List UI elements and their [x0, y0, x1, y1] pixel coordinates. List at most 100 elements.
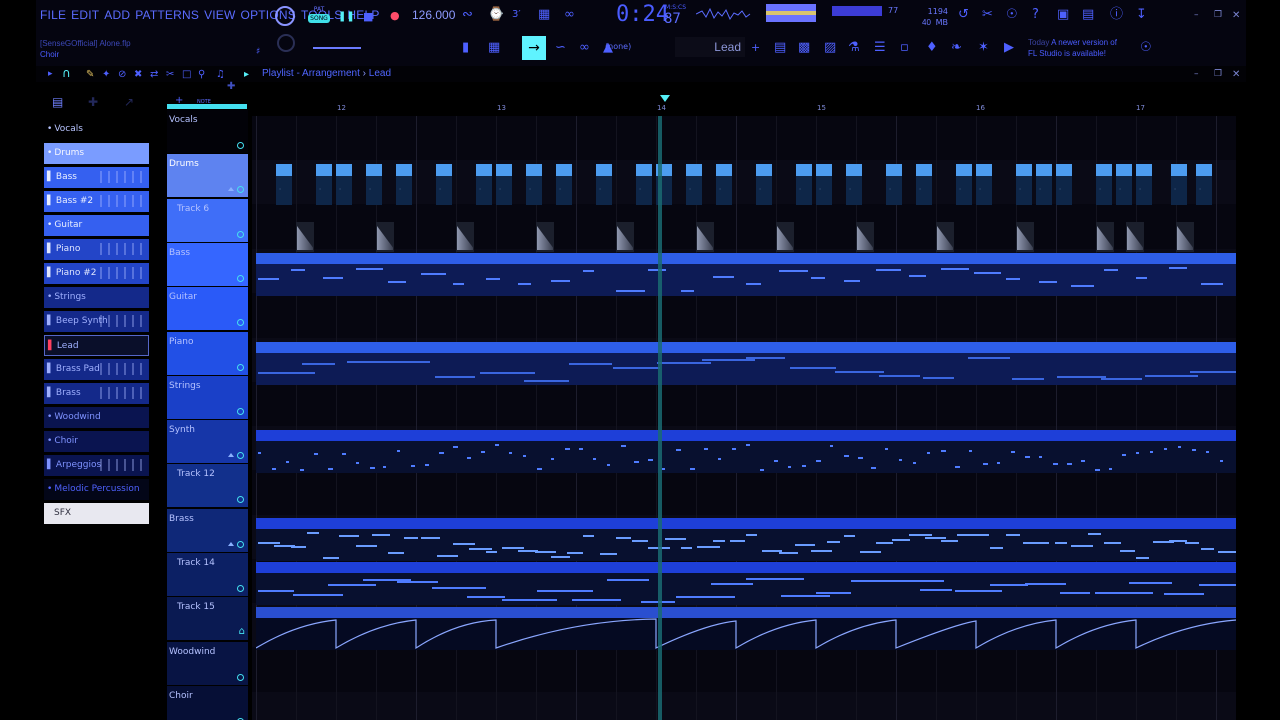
brush-icon[interactable]: ∽ [555, 41, 566, 54]
pattern-item[interactable]: • Guitar [44, 215, 149, 236]
drum-clip[interactable] [556, 164, 572, 205]
tweak-icon[interactable]: ✶ [978, 41, 989, 54]
sample-clip[interactable] [1016, 222, 1034, 252]
pattern-clip[interactable]: Brass [256, 518, 496, 561]
sample-clip[interactable] [1176, 222, 1194, 252]
sliders-icon[interactable]: ☰ [874, 41, 886, 54]
wait-icon[interactable]: ⌚ [488, 8, 504, 21]
drum-clip[interactable] [1036, 164, 1052, 205]
drum-clip[interactable] [886, 164, 902, 205]
track-mute-led[interactable] [237, 319, 244, 327]
drum-clip[interactable] [956, 164, 972, 205]
track-row[interactable] [252, 382, 1236, 426]
pattern-item[interactable]: ▌ Piano #2 [44, 263, 149, 284]
track-row[interactable] [252, 470, 1236, 514]
sample-clip[interactable] [616, 222, 634, 252]
countdown-icon[interactable]: 3′ [512, 8, 521, 21]
drum-clip[interactable] [976, 164, 992, 205]
drum-clip[interactable] [396, 164, 412, 205]
track-row[interactable] [252, 691, 1236, 720]
track-header[interactable]: Drums [167, 154, 248, 198]
browser-icon[interactable]: ▫ [900, 41, 909, 54]
mic-icon[interactable]: ☉ [1006, 8, 1018, 21]
drum-clip[interactable] [336, 164, 352, 205]
pattern-item[interactable]: ▌ Lead [44, 335, 149, 356]
timeline-ruler[interactable]: 12 13 14 15 16 17 [252, 95, 1236, 115]
menu-add[interactable]: ADD [104, 8, 130, 22]
collapse-arrow-icon[interactable] [228, 187, 234, 192]
speaker-icon[interactable]: ♫ [216, 68, 225, 81]
collapse-arrow-icon[interactable] [228, 541, 234, 546]
drum-clip[interactable] [366, 164, 382, 205]
track-header[interactable]: Synth [167, 420, 248, 464]
track-header[interactable]: Vocals [167, 110, 248, 153]
pattern-item[interactable]: • Melodic Percussion [44, 479, 149, 500]
sample-clip[interactable] [1126, 222, 1144, 252]
undo-icon[interactable]: ↺ [958, 8, 969, 21]
drum-clip[interactable] [596, 164, 612, 205]
mixer-icon[interactable]: ⚗ [848, 41, 860, 54]
lock-icon[interactable]: ⌂ [239, 626, 245, 637]
news-panel[interactable]: Today A newer version of FL Studio is av… [1028, 37, 1117, 59]
pick-icon[interactable]: ❧ [951, 41, 962, 54]
drum-clip[interactable] [796, 164, 812, 205]
pattern-item[interactable]: • Choir [44, 431, 149, 452]
pattern-item[interactable]: • Vocals [44, 119, 149, 140]
menu-view[interactable]: VIEW [204, 8, 235, 22]
pattern-item[interactable]: ▌ Bass #2 [44, 191, 149, 212]
master-volume-slider[interactable] [313, 47, 361, 49]
pattern-item[interactable]: ▌ Bass [44, 167, 149, 188]
tempo-display[interactable]: 126.000 [412, 8, 455, 22]
track-mute-led[interactable] [237, 585, 244, 592]
drum-clip[interactable] [1196, 164, 1212, 205]
pattern-clip[interactable]: Piano [1136, 342, 1236, 385]
zoom-icon[interactable]: ⚲ [198, 68, 205, 81]
track-header[interactable]: Strings [167, 375, 248, 419]
pattern-item[interactable]: ▌ Brass [44, 383, 149, 404]
pattern-clip[interactable]: Brass Pad [256, 562, 496, 605]
delete-icon[interactable]: ⊘ [118, 68, 126, 81]
slice-icon[interactable]: ✂ [166, 68, 174, 81]
pattern-clip[interactable]: Brass [496, 518, 1136, 561]
drum-clip[interactable] [436, 164, 452, 205]
mute-icon[interactable]: ✖ [134, 68, 142, 81]
playlist-restore-icon[interactable]: ❐ [1214, 68, 1222, 81]
pattern-item[interactable]: • Woodwind [44, 407, 149, 428]
slip-icon[interactable]: ⇄ [150, 68, 158, 81]
track-header[interactable]: Track 12 [167, 464, 248, 508]
sample-clip[interactable] [456, 222, 474, 252]
add-icon[interactable]: + [751, 41, 760, 54]
collapse-arrow-icon[interactable] [228, 453, 234, 458]
stop-icon[interactable]: ■ [363, 10, 373, 23]
sample-clip[interactable] [696, 222, 714, 252]
pattern-item[interactable]: ▌ Beep Synth [44, 311, 149, 332]
track-row[interactable] [252, 116, 1236, 160]
playlist-grid[interactable]: Bass Bass Bass Piano Piano Piano Beep Sy… [252, 116, 1236, 720]
drum-clip[interactable] [846, 164, 862, 205]
current-channel-box[interactable]: Lead [675, 37, 745, 57]
drum-clip[interactable] [526, 164, 542, 205]
close-icon[interactable]: ✕ [1232, 9, 1240, 22]
sample-clip[interactable] [296, 222, 314, 252]
help-icon[interactable]: ? [1032, 8, 1039, 21]
sample-clip[interactable] [856, 222, 874, 252]
drum-clip[interactable] [496, 164, 512, 205]
track-header[interactable]: Piano [167, 331, 248, 375]
track-header[interactable]: Track 15 ⌂ [167, 597, 248, 641]
track-mute-led[interactable] [237, 496, 244, 504]
track-mute-led[interactable] [237, 540, 244, 548]
drum-clip[interactable] [476, 164, 492, 205]
track-mute-led[interactable] [237, 452, 244, 460]
track-mute-led[interactable] [237, 673, 244, 681]
sample-clip[interactable] [536, 222, 554, 252]
playlist-window-icon[interactable]: ▸ [244, 68, 249, 81]
pattern-item[interactable]: ▌ Piano [44, 239, 149, 260]
playlist-minimize-icon[interactable]: – [1194, 68, 1199, 81]
track-mute-led[interactable] [237, 230, 244, 238]
pattern-item[interactable]: ▌ Arpeggios [44, 455, 149, 476]
playhead[interactable] [658, 116, 662, 720]
paint-icon[interactable]: ✦ [102, 68, 110, 81]
track-mute-led[interactable] [237, 186, 244, 194]
sample-clip[interactable] [376, 222, 394, 252]
link-icon[interactable]: ∞ [579, 41, 590, 54]
